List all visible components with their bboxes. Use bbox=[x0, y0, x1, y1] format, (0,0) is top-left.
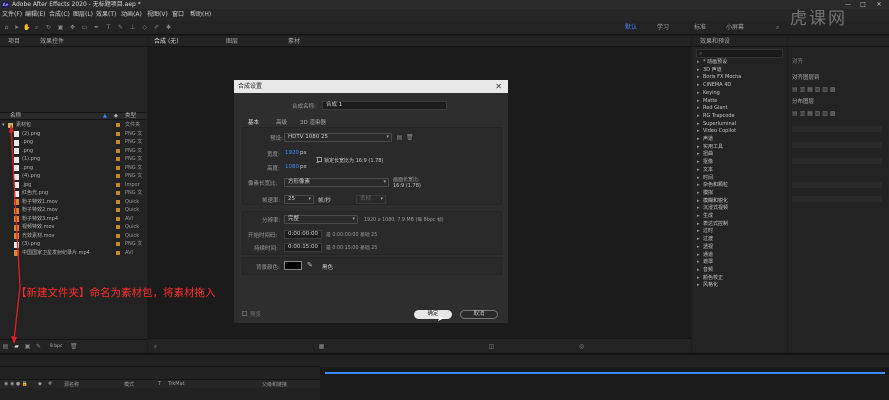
col-parent[interactable]: 父级和链接 bbox=[262, 381, 287, 388]
arrow-head-new-folder bbox=[11, 336, 17, 344]
arrow-head-folder bbox=[9, 124, 14, 133]
timeline-track-area[interactable] bbox=[320, 375, 889, 400]
annotation-arrows bbox=[9, 124, 21, 344]
visibility-icons: ◉ ◉ ● 🔒 bbox=[4, 381, 29, 387]
col-source-name[interactable]: 源名称 bbox=[64, 381, 79, 388]
layer-number-icon: # bbox=[48, 381, 53, 387]
col-t: T bbox=[158, 381, 162, 387]
timeline-panel: ◉ ◉ ● 🔒 ◆ # 源名称 模式 T TrkMat 父级和链接 bbox=[0, 353, 889, 400]
arrow-to-folder bbox=[10, 127, 21, 288]
tutorial-annotation: 【新建文件夹】命名为素材包，将素材拖入 bbox=[16, 287, 216, 299]
col-trkmat[interactable]: TrkMat bbox=[168, 381, 185, 387]
col-mode[interactable]: 模式 bbox=[124, 381, 134, 388]
timeline-tab-bar bbox=[0, 355, 320, 367]
label-icon: ◆ bbox=[38, 381, 42, 387]
work-area-bar[interactable] bbox=[325, 372, 885, 374]
